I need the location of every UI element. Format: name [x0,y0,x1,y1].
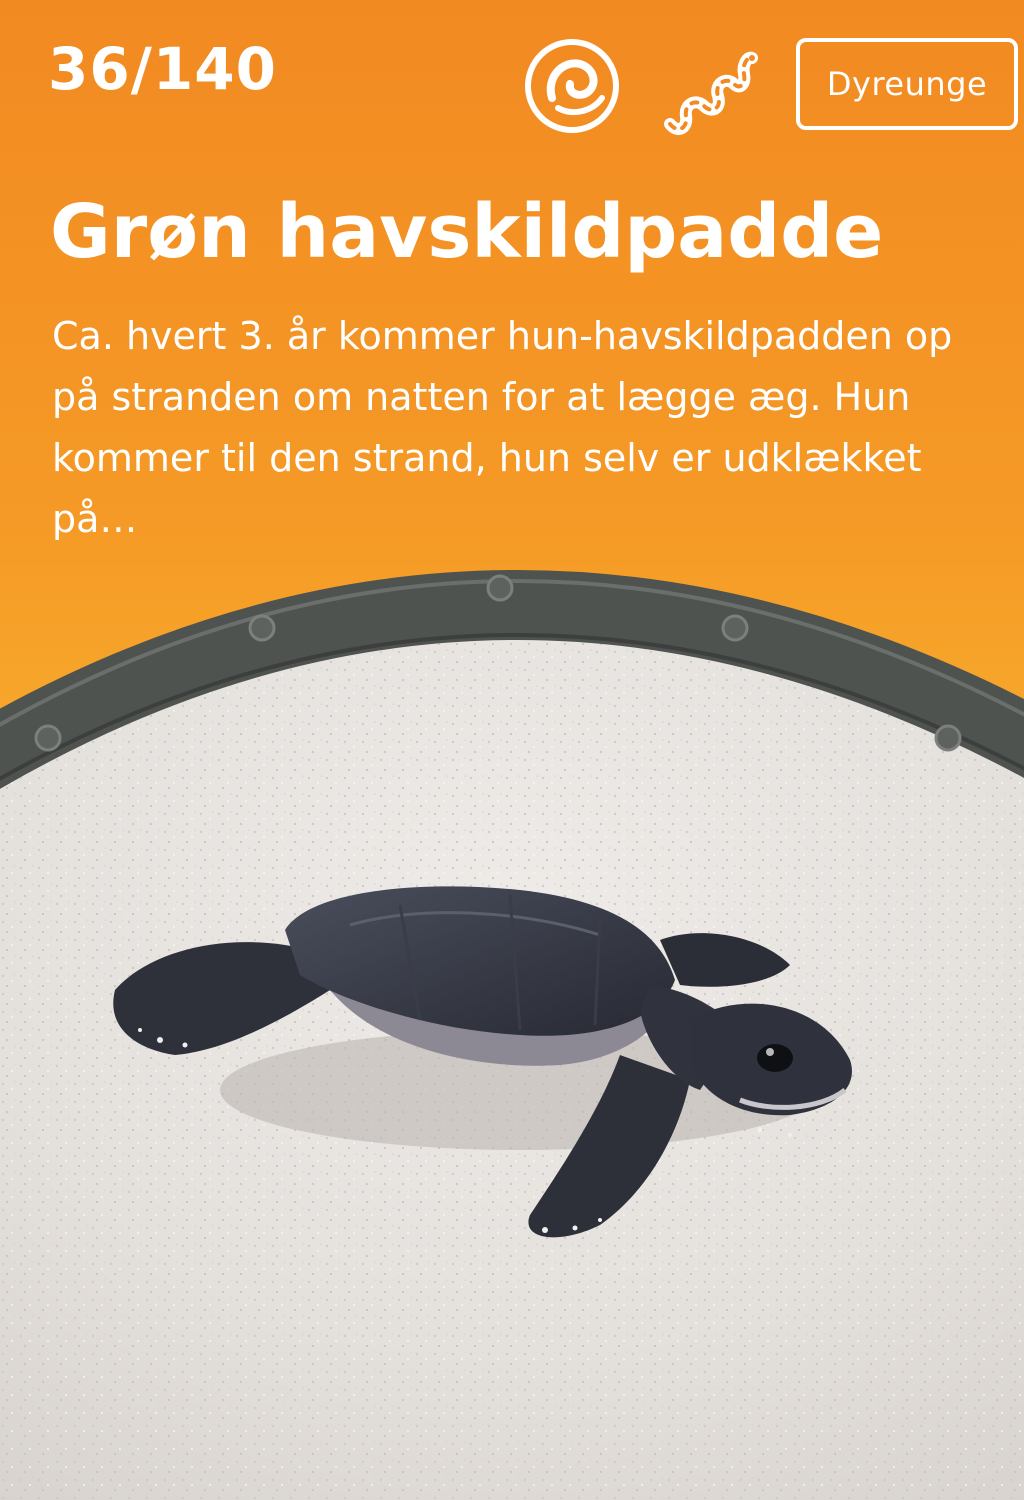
card-title: Grøn havskildpadde [50,189,884,275]
snake-icon [664,51,758,135]
turtle-eye [757,1044,793,1072]
ocean-swirl-icon [525,39,619,133]
card-description: Ca. hvert 3. år kommer hun-havskildpadde… [52,314,953,541]
card-counter: 36/140 [48,35,277,103]
category-badge: Dyreunge [796,38,1018,130]
animal-card: 36/140 Dyreunge Grøn havskildpadde Ca. h… [0,0,1024,1500]
